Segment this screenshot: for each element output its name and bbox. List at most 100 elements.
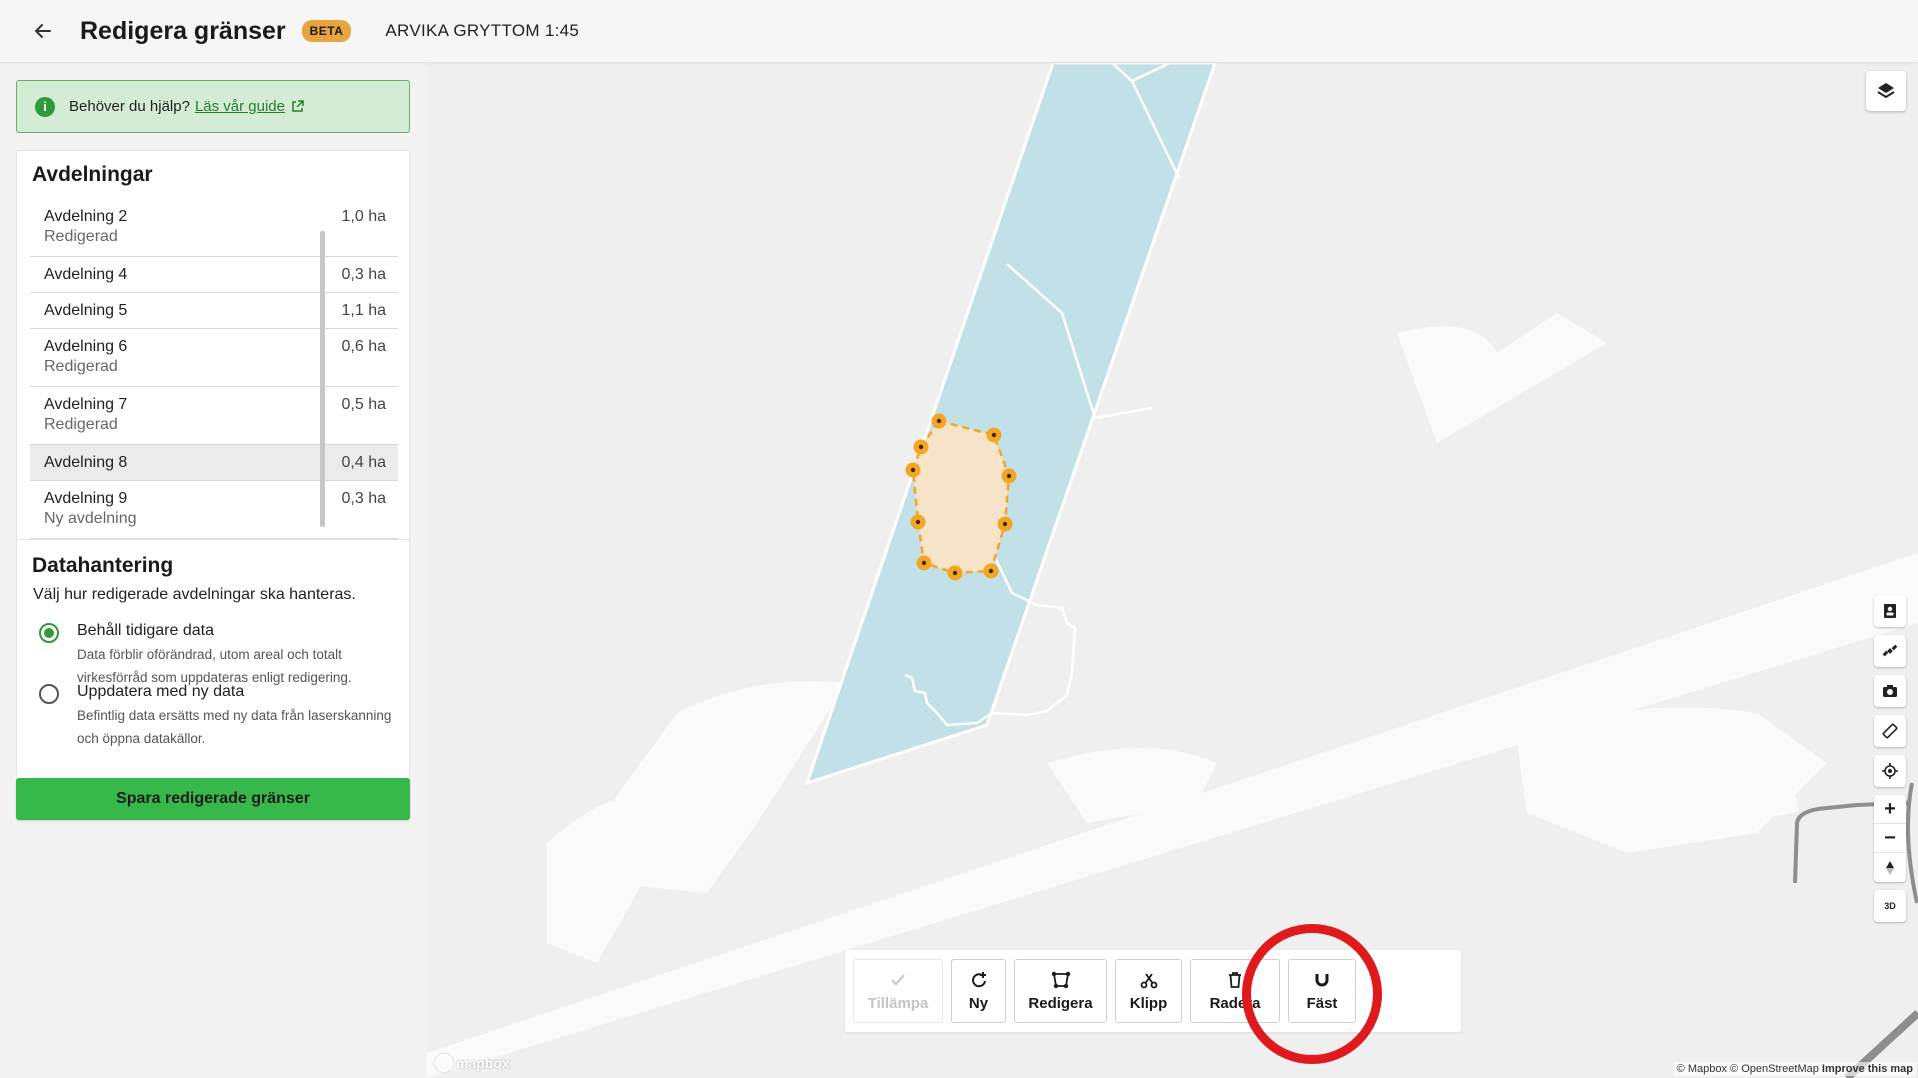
- delete-label: Radera: [1209, 995, 1261, 1012]
- avdelningar-title: Avdelningar: [32, 163, 153, 186]
- snap-label: Fäst: [1306, 995, 1338, 1012]
- attribution-mapbox[interactable]: © Mapbox: [1677, 1063, 1727, 1075]
- zoom-out-button[interactable]: −: [1874, 824, 1906, 853]
- improve-map-link[interactable]: Improve this map: [1822, 1063, 1913, 1075]
- avdelning-area: 0,6 ha: [341, 337, 386, 355]
- left-panel: i Behöver du hjälp? Läs vår guide Avdeln…: [0, 63, 427, 1078]
- map-canvas[interactable]: [427, 63, 1918, 1078]
- help-text: Behöver du hjälp?: [69, 98, 190, 115]
- avdelning-status: Ny avdelning: [44, 510, 137, 527]
- option-update-data[interactable]: Uppdatera med ny data Befintlig data ers…: [39, 683, 397, 750]
- option-keep-data[interactable]: Behåll tidigare data Data förblir oförän…: [39, 622, 397, 689]
- contact-icon[interactable]: [1874, 595, 1906, 627]
- vertex-center-dot: [915, 519, 921, 525]
- vertex-center-dot: [1006, 473, 1012, 479]
- avdelning-name: Avdelning 7: [44, 395, 128, 413]
- avdelning-area: 0,5 ha: [341, 395, 386, 413]
- avdelning-area: 0,3 ha: [341, 489, 386, 507]
- vertex-center-dot: [936, 418, 942, 424]
- external-link-icon: [291, 100, 304, 113]
- edit-polygon-icon: [1051, 970, 1071, 990]
- attribution-osm[interactable]: © OpenStreetMap: [1730, 1063, 1819, 1075]
- magnet-icon: [1314, 970, 1330, 990]
- 3d-toggle-icon[interactable]: 3D: [1874, 890, 1906, 922]
- new-label: Ny: [968, 995, 989, 1012]
- camera-icon[interactable]: [1874, 675, 1906, 707]
- page-title: Redigera gränser: [80, 16, 286, 45]
- avdelningar-list: Avdelning 2 1,0 ha Redigerad Avdelning 4 0,3…: [30, 199, 398, 597]
- avdelningar-card: Avdelningar Avdelning 2 1,0 ha Redigerad Av…: [16, 150, 410, 597]
- avdelning-name: Avdelning 5: [44, 301, 128, 319]
- option-help: Befintlig data ersätts med ny data från …: [77, 708, 392, 746]
- avdelning-name: Avdelning 9: [44, 489, 128, 507]
- edit-button[interactable]: Redigera: [1014, 959, 1107, 1023]
- help-banner: i Behöver du hjälp? Läs vår guide: [16, 80, 410, 133]
- map-view[interactable]: + − 3D Tillämpa Ny Redigera Klipp Radera: [427, 63, 1918, 1078]
- delete-button[interactable]: Radera: [1190, 959, 1280, 1023]
- avdelning-area: 0,3 ha: [341, 265, 386, 283]
- avdelning-list-item[interactable]: Avdelning 9 0,3 ha Ny avdelning: [30, 481, 398, 539]
- vertex-center-dot: [991, 432, 997, 438]
- radio-keep-data[interactable]: [39, 623, 59, 643]
- vertex-center-dot: [918, 444, 924, 450]
- avdelning-list-item[interactable]: Avdelning 7 0,5 ha Redigerad: [30, 387, 398, 445]
- save-boundaries-button[interactable]: Spara redigerade gränser: [16, 778, 410, 820]
- mapbox-logo-text: mapbox: [456, 1055, 510, 1071]
- avdelning-area: 1,1 ha: [341, 301, 386, 319]
- datahantering-title: Datahantering: [32, 554, 174, 577]
- avdelning-row: Avdelning 5 1,1 ha: [44, 293, 386, 328]
- datahantering-card: Datahantering Välj hur redigerade avdeln…: [16, 539, 410, 802]
- back-button[interactable]: [28, 16, 58, 46]
- option-label: Behåll tidigare data: [77, 622, 214, 639]
- check-icon: [890, 970, 906, 990]
- avdelning-row: Avdelning 4 0,3 ha: [44, 257, 386, 292]
- new-button[interactable]: Ny: [951, 959, 1006, 1023]
- arrow-left-icon: [34, 24, 51, 38]
- zoom-controls: + −: [1874, 795, 1906, 882]
- apply-label: Tillämpa: [867, 995, 929, 1012]
- vertex-center-dot: [1002, 521, 1008, 527]
- compass-icon[interactable]: [1874, 853, 1906, 882]
- edit-toolbar: Tillämpa Ny Redigera Klipp Radera Fäst: [845, 950, 1461, 1032]
- radio-update-data[interactable]: [39, 684, 59, 704]
- app-header: Redigera gränser BETA ARVIKA GRYTTOM 1:4…: [0, 0, 1918, 63]
- layers-button[interactable]: [1866, 71, 1906, 111]
- avdelning-list-item[interactable]: Avdelning 6 0,6 ha Redigerad: [30, 329, 398, 387]
- list-scrollbar[interactable]: [320, 231, 325, 527]
- new-polygon-icon: [970, 970, 988, 990]
- avdelning-area: 1,0 ha: [341, 207, 386, 225]
- mapbox-logo-icon: [435, 1054, 453, 1072]
- ruler-icon[interactable]: [1874, 715, 1906, 747]
- property-name: ARVIKA GRYTTOM 1:45: [385, 21, 580, 40]
- satellite-icon[interactable]: [1874, 635, 1906, 667]
- vertex-center-dot: [921, 560, 927, 566]
- beta-badge: BETA: [301, 20, 352, 42]
- avdelning-list-item[interactable]: Avdelning 4 0,3 ha: [30, 257, 398, 293]
- avdelning-status: Redigerad: [44, 416, 118, 433]
- scissors-icon: [1140, 970, 1158, 990]
- trash-icon: [1228, 970, 1242, 990]
- vertex-center-dot: [988, 568, 994, 574]
- datahantering-description: Välj hur redigerade avdelningar ska hant…: [33, 586, 356, 603]
- locate-icon[interactable]: [1874, 755, 1906, 787]
- avdelning-area: 0,4 ha: [341, 453, 386, 471]
- cut-button[interactable]: Klipp: [1115, 959, 1182, 1023]
- mapbox-logo[interactable]: mapbox: [435, 1054, 510, 1072]
- avdelning-name: Avdelning 8: [44, 453, 128, 471]
- info-icon: i: [35, 96, 55, 117]
- snap-button[interactable]: Fäst: [1288, 959, 1356, 1023]
- zoom-in-button[interactable]: +: [1874, 795, 1906, 824]
- edit-label: Redigera: [1028, 995, 1093, 1012]
- layers-icon: [1877, 83, 1895, 99]
- vertex-center-dot: [952, 570, 958, 576]
- map-attribution: © Mapbox © OpenStreetMap Improve this ma…: [1673, 1062, 1916, 1076]
- avdelning-row: Avdelning 8 0,4 ha: [44, 445, 386, 480]
- apply-button[interactable]: Tillämpa: [853, 959, 943, 1023]
- avdelning-list-item[interactable]: Avdelning 5 1,1 ha: [30, 293, 398, 329]
- map-side-tools: + − 3D: [1874, 595, 1906, 930]
- guide-link[interactable]: Läs vår guide: [195, 98, 285, 115]
- option-label: Uppdatera med ny data: [77, 683, 245, 700]
- avdelning-list-item[interactable]: Avdelning 8 0,4 ha: [30, 445, 398, 481]
- avdelning-status: Redigerad: [44, 358, 118, 375]
- avdelning-list-item[interactable]: Avdelning 2 1,0 ha Redigerad: [30, 199, 398, 257]
